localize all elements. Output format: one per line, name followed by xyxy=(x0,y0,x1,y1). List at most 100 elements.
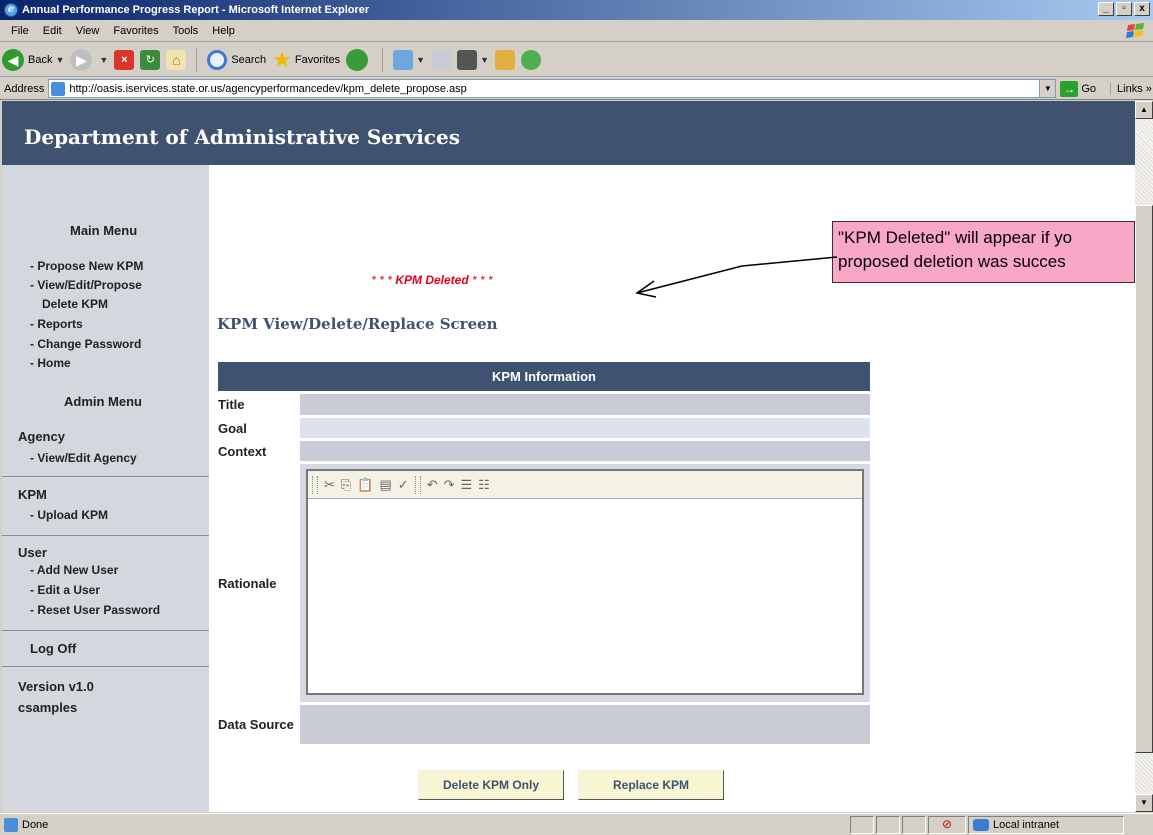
redo-icon[interactable]: ↷ xyxy=(444,477,455,493)
restore-button[interactable]: ▫ xyxy=(1116,2,1132,16)
scrollbar-thumb[interactable] xyxy=(1135,205,1153,753)
menu-favorites[interactable]: Favorites xyxy=(106,25,165,37)
windows-logo-icon xyxy=(1126,23,1144,38)
rationale-text-area[interactable] xyxy=(308,499,862,691)
address-url: http://oasis.iservices.state.or.us/agenc… xyxy=(69,82,467,95)
scroll-down-icon[interactable]: ▼ xyxy=(1135,794,1153,812)
links-label: Links xyxy=(1117,82,1143,95)
menu-bar: File Edit View Favorites Tools Help xyxy=(0,20,1153,42)
sidebar-link-log-off[interactable]: Log Off xyxy=(30,640,76,657)
delete-kpm-only-button[interactable]: Delete KPM Only xyxy=(418,770,564,800)
message-text: KPM Deleted xyxy=(395,273,469,287)
user-section-label: User xyxy=(18,545,47,560)
links-button[interactable]: Links » xyxy=(1110,82,1152,95)
paste-icon[interactable]: 📋 xyxy=(357,477,373,493)
page-viewport: Department of Administrative Services Ma… xyxy=(2,101,1135,812)
ordered-list-icon[interactable]: ☰ xyxy=(461,477,473,493)
menu-help[interactable]: Help xyxy=(205,25,242,37)
callout-line-1: "KPM Deleted" will appear if yo xyxy=(838,228,1073,247)
kpm-row-data-source: Data Source xyxy=(218,705,870,744)
mail-button[interactable]: ▼ xyxy=(393,49,426,70)
zone-label: Local intranet xyxy=(993,818,1060,831)
sidebar-link-delete-kpm[interactable]: Delete KPM xyxy=(42,296,108,313)
kpm-value-context xyxy=(300,441,870,461)
kpm-table-header: KPM Information xyxy=(218,362,870,391)
scroll-up-icon[interactable]: ▲ xyxy=(1135,101,1153,119)
edit-icon xyxy=(457,49,478,70)
editor-toolbar: ✂ ⎘ 📋 ▤ ✓ ↶ ↷ ☰ ☷ xyxy=(308,471,862,499)
print-button[interactable] xyxy=(431,49,452,70)
menu-edit[interactable]: Edit xyxy=(36,25,69,37)
sidebar-link-change-password[interactable]: - Change Password xyxy=(30,336,141,353)
search-label: Search xyxy=(231,53,267,66)
vertical-scrollbar[interactable]: ▲ ▼ xyxy=(1135,101,1153,812)
menu-tools[interactable]: Tools xyxy=(166,25,206,37)
sidebar-divider xyxy=(2,666,209,667)
admin-menu-heading: Admin Menu xyxy=(64,394,142,409)
window-title: Annual Performance Progress Report - Mic… xyxy=(22,4,370,16)
popup-blocked-icon[interactable]: ⊘ xyxy=(928,815,966,834)
research-icon xyxy=(495,49,515,70)
scissors-icon[interactable]: ✂ xyxy=(324,477,335,493)
kpm-label-goal: Goal xyxy=(218,420,247,436)
undo-icon[interactable]: ↶ xyxy=(427,477,438,493)
page-icon xyxy=(51,81,66,96)
research-button[interactable] xyxy=(495,49,515,70)
address-dropdown-icon[interactable]: ▼ xyxy=(1039,80,1056,97)
sidebar-link-reset-password[interactable]: - Reset User Password xyxy=(30,602,160,619)
menu-view[interactable]: View xyxy=(69,25,107,37)
screen-title: KPM View/Delete/Replace Screen xyxy=(217,315,498,333)
kpm-row-title: Title xyxy=(218,394,870,415)
message-stars-right: * * * xyxy=(468,273,493,287)
main-menu-heading: Main Menu xyxy=(70,223,138,238)
search-icon xyxy=(207,49,228,70)
go-button[interactable]: → Go xyxy=(1060,80,1096,97)
status-cell xyxy=(902,815,926,834)
address-bar: Address http://oasis.iservices.state.or.… xyxy=(0,78,1153,100)
kpm-information-table: KPM Information Title Goal Context Ratio… xyxy=(218,362,870,744)
refresh-button[interactable]: ↻ xyxy=(140,49,161,70)
sidebar-link-edit-user[interactable]: - Edit a User xyxy=(30,582,100,599)
sidebar-link-home[interactable]: - Home xyxy=(30,355,71,372)
home-button[interactable]: ⌂ xyxy=(166,49,187,70)
kpm-row-rationale: Rationale ✂ ⎘ 📋 ▤ ✓ ↶ ↷ ☰ ☷ xyxy=(218,464,870,702)
version-label: Version v1.0 xyxy=(18,679,94,694)
toolbar-separator xyxy=(414,475,421,494)
page-done-icon xyxy=(4,817,18,832)
favorites-button[interactable]: ★ Favorites xyxy=(272,47,340,73)
search-button[interactable]: Search xyxy=(207,49,267,70)
copy-icon[interactable]: ⎘ xyxy=(341,477,351,493)
sidebar: Main Menu - Propose New KPM - View/Edit/… xyxy=(2,165,209,812)
kpm-row-context: Context xyxy=(218,441,870,461)
sidebar-link-add-user[interactable]: - Add New User xyxy=(30,562,118,579)
security-zone[interactable]: Local intranet xyxy=(968,815,1124,834)
kpm-value-goal xyxy=(300,418,870,438)
spellcheck-icon[interactable]: ✓ xyxy=(398,477,409,493)
address-input[interactable]: http://oasis.iservices.state.or.us/agenc… xyxy=(48,79,1057,98)
sidebar-link-view-edit-agency[interactable]: - View/Edit Agency xyxy=(30,450,137,467)
sidebar-link-upload-kpm[interactable]: - Upload KPM xyxy=(30,507,108,524)
callout-arrow xyxy=(635,256,838,298)
toolbar-separator xyxy=(196,47,198,72)
mail-dropdown-icon: ▼ xyxy=(416,54,426,65)
minimize-button[interactable]: _ xyxy=(1098,2,1114,16)
status-text: Done xyxy=(22,818,49,831)
replace-kpm-button[interactable]: Replace KPM xyxy=(578,770,724,800)
stop-button[interactable]: × xyxy=(114,49,135,70)
menu-file[interactable]: File xyxy=(4,25,36,37)
paste-word-icon[interactable]: ▤ xyxy=(380,477,392,493)
back-button[interactable]: ◀ Back ▼ xyxy=(2,48,64,71)
sidebar-divider xyxy=(2,630,209,631)
edit-button[interactable]: ▼ xyxy=(457,49,489,70)
messenger-icon xyxy=(521,49,541,70)
unordered-list-icon[interactable]: ☷ xyxy=(478,477,490,493)
forward-button[interactable]: ▶ ▼ xyxy=(70,48,108,71)
messenger-button[interactable] xyxy=(521,49,541,70)
sidebar-link-reports[interactable]: - Reports xyxy=(30,316,83,333)
media-button[interactable] xyxy=(346,48,372,71)
toolbar-grip-icon xyxy=(312,475,318,494)
kpm-label-title: Title xyxy=(218,397,245,412)
agency-section-label: Agency xyxy=(18,429,65,444)
rationale-editor-frame: ✂ ⎘ 📋 ▤ ✓ ↶ ↷ ☰ ☷ xyxy=(306,469,864,695)
close-button[interactable]: x xyxy=(1134,2,1150,16)
